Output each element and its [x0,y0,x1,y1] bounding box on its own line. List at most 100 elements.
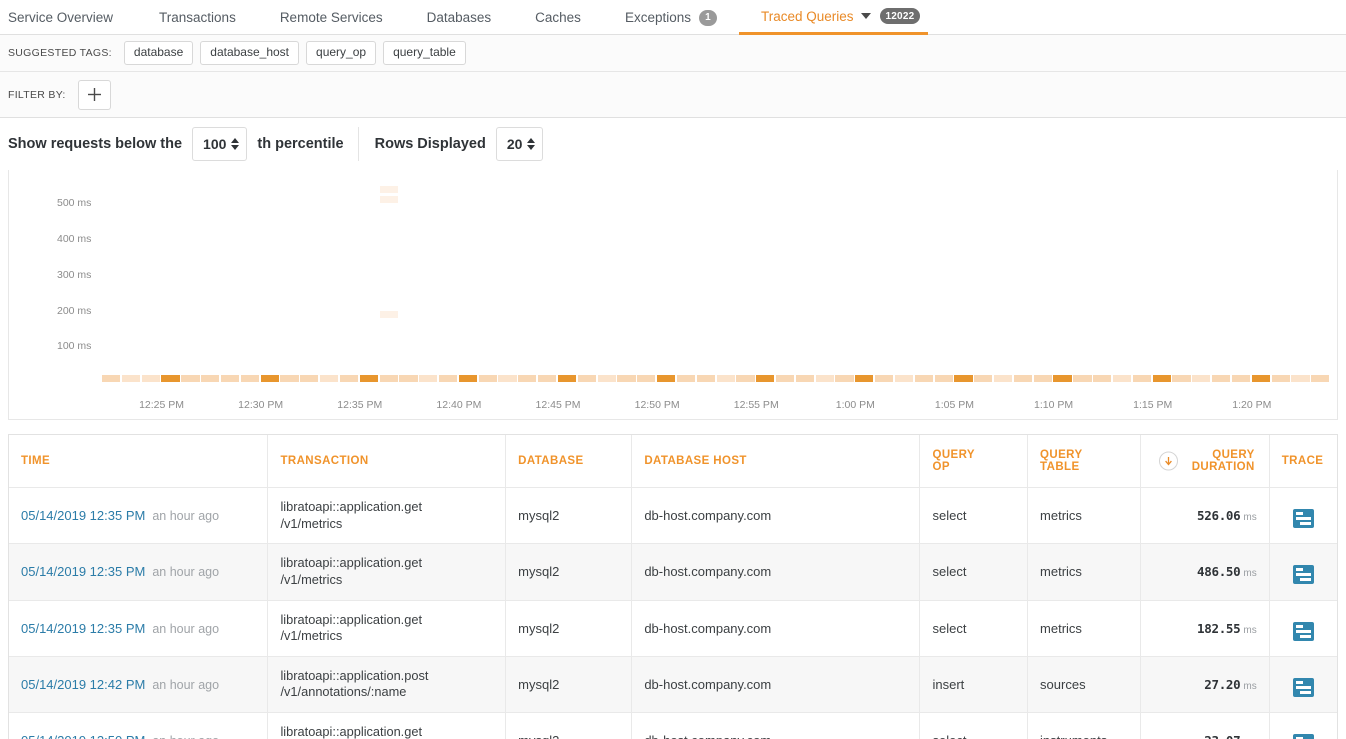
heatmap-cell[interactable] [379,196,398,204]
heatmap-cell[interactable] [795,374,814,382]
sort-descending-icon[interactable] [1158,451,1178,471]
heatmap-cell[interactable] [438,374,458,382]
suggested-tag-database_host[interactable]: database_host [200,40,300,66]
column-header-database[interactable]: DATABASE [505,435,633,488]
heatmap-cell[interactable] [1311,374,1330,382]
heatmap-cell[interactable] [379,310,398,318]
table-row[interactable]: 05/14/2019 12:50 PM an hour ago libratoapi… [9,712,1337,739]
percentile-stepper[interactable]: 100 [192,126,248,161]
table-row[interactable]: 05/14/2019 12:42 PM an hour ago libratoapi… [9,656,1337,713]
column-header-qtable[interactable]: QUERY TABLE [1027,435,1141,488]
heatmap-cell[interactable] [676,374,696,382]
trace-time-link[interactable]: 05/14/2019 12:42 PM [21,677,145,692]
tab-remote-services[interactable]: Remote Services [258,0,405,35]
heatmap-cell[interactable] [1132,374,1151,382]
heatmap-cell[interactable] [339,374,359,382]
heatmap-cell[interactable] [280,374,299,382]
heatmap-cell[interactable] [736,374,755,382]
heatmap-cell[interactable] [240,374,259,382]
trace-time-link[interactable]: 05/14/2019 12:35 PM [21,508,145,523]
heatmap-cell[interactable] [974,374,993,382]
column-header-duration[interactable]: QUERY DURATION [1140,435,1270,488]
tab-caches[interactable]: Caches [513,0,603,35]
trace-waterfall-icon[interactable] [1292,734,1314,739]
heatmap-cell[interactable] [1291,374,1310,382]
heatmap-cell[interactable] [1013,374,1033,382]
heatmap-cell[interactable] [835,374,854,382]
trace-waterfall-icon[interactable] [1292,565,1314,585]
heatmap-cell[interactable] [1212,374,1231,382]
trace-time-link[interactable]: 05/14/2019 12:35 PM [21,621,145,636]
heatmap-cell[interactable] [161,374,180,382]
heatmap-cell[interactable] [399,374,418,382]
table-row[interactable]: 05/14/2019 12:35 PM an hour ago libratoapi… [9,600,1337,657]
heatmap-cell[interactable] [300,374,319,382]
tab-traced-queries[interactable]: Traced Queries 12022 [738,0,929,35]
heatmap-cell[interactable] [597,374,616,382]
heatmap-cell[interactable] [538,374,557,382]
heatmap-cell[interactable] [657,374,676,382]
table-row[interactable]: 05/14/2019 12:35 PM an hour ago libratoapi… [9,487,1337,544]
heatmap-cell[interactable] [1192,374,1211,382]
heatmap-cell[interactable] [1073,374,1092,382]
heatmap-cell[interactable] [260,374,279,382]
heatmap-cell[interactable] [1231,374,1251,382]
heatmap-cell[interactable] [141,374,160,382]
add-filter-button[interactable] [77,79,111,110]
suggested-tag-query_table[interactable]: query_table [383,40,466,66]
heatmap-cell[interactable] [102,374,121,382]
column-header-trace[interactable]: TRACE [1269,435,1337,488]
heatmap-cell[interactable] [716,374,735,382]
heatmap-cell[interactable] [458,374,478,382]
trace-time-link[interactable]: 05/14/2019 12:50 PM [21,733,145,739]
heatmap-cell[interactable] [359,374,378,382]
heatmap-cell[interactable] [617,374,636,382]
rows-displayed-stepper[interactable]: 20 [495,126,544,161]
heatmap-cell[interactable] [815,374,834,382]
heatmap-cell[interactable] [696,374,715,382]
column-header-txn[interactable]: TRANSACTION [267,435,507,488]
tab-databases[interactable]: Databases [405,0,514,35]
heatmap-cell[interactable] [379,185,398,193]
heatmap-cell[interactable] [1033,374,1052,382]
heatmap-cell[interactable] [1172,374,1191,382]
tab-service-overview[interactable]: Service Overview [0,0,137,35]
heatmap-cell[interactable] [875,374,894,382]
heatmap-cell[interactable] [954,374,973,382]
trace-waterfall-icon[interactable] [1292,621,1314,641]
trace-waterfall-icon[interactable] [1292,509,1314,529]
heatmap-cell[interactable] [1152,374,1171,382]
heatmap-cell[interactable] [220,374,240,382]
column-header-time[interactable]: TIME [9,435,269,488]
trace-waterfall-icon[interactable] [1292,677,1314,697]
heatmap-cell[interactable] [756,374,775,382]
suggested-tag-database[interactable]: database [123,40,194,66]
query-duration-heatmap[interactable]: 100 ms 200 ms 300 ms 400 ms 500 ms 12:25 PM 12… [8,170,1338,420]
heatmap-cell[interactable] [121,374,141,382]
heatmap-cell[interactable] [557,374,577,382]
heatmap-cell[interactable] [498,374,517,382]
heatmap-cell[interactable] [379,374,398,382]
heatmap-cell[interactable] [775,374,795,382]
table-row[interactable]: 05/14/2019 12:35 PM an hour ago libratoapi… [9,543,1337,600]
heatmap-cell[interactable] [201,374,220,382]
heatmap-cell[interactable] [1112,374,1132,382]
tab-exceptions[interactable]: Exceptions 1 [603,0,739,35]
tab-transactions[interactable]: Transactions [137,0,258,35]
heatmap-cell[interactable] [320,374,339,382]
heatmap-cell[interactable] [1093,374,1112,382]
heatmap-cell[interactable] [1271,374,1290,382]
suggested-tag-query_op[interactable]: query_op [306,40,377,66]
heatmap-cell[interactable] [1053,374,1072,382]
heatmap-cell[interactable] [478,374,497,382]
column-header-host[interactable]: DATABASE HOST [631,435,921,488]
heatmap-cell[interactable] [518,374,537,382]
chevron-down-icon[interactable] [860,13,871,19]
heatmap-cell[interactable] [994,374,1013,382]
heatmap-cell[interactable] [934,374,953,382]
column-header-op[interactable]: QUERY OP [919,435,1029,488]
heatmap-cell[interactable] [894,374,914,382]
trace-time-link[interactable]: 05/14/2019 12:35 PM [21,564,145,579]
heatmap-cell[interactable] [637,374,656,382]
heatmap-cell[interactable] [181,374,200,382]
